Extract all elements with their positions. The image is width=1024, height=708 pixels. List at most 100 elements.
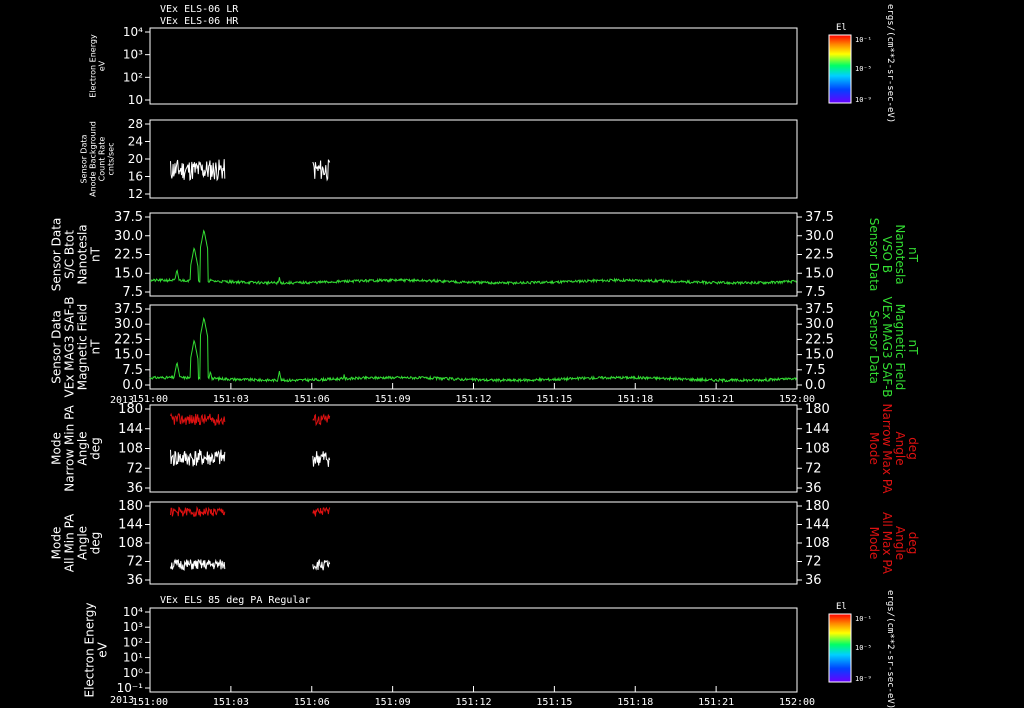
colorbar-bottom-tick-0: 10⁻¹ — [855, 615, 872, 623]
xaxis-mid-tick-label-5: 151:15 — [536, 394, 572, 405]
series-4-segment-1 — [312, 451, 331, 467]
panel-2-rtick-label-4: 7.5 — [805, 285, 826, 300]
panel-1-ytick-label-2: 20 — [128, 152, 143, 166]
colorbar-top-unit: ergs/(cm**2-sr-sec-eV) — [885, 4, 895, 123]
panel-6-ytick-label-2: 10² — [123, 635, 143, 649]
panel-5-rtick-label-1: 144 — [805, 518, 830, 533]
panel-5-ylabel-line-2: Angle — [76, 526, 90, 560]
colorbar-bottom-unit: ergs/(cm**2-sr-sec-eV) — [885, 590, 895, 708]
panel-4-rtick-label-1: 144 — [805, 422, 830, 437]
xaxis-mid-tick-label-7: 151:21 — [698, 394, 734, 405]
panel-2-rylabel-line-2: Nanotesla — [893, 224, 907, 284]
xaxis-mid-tick-label-6: 151:18 — [617, 394, 653, 405]
panel-1-ylabel-line-0: Sensor Data — [80, 134, 89, 183]
panel-3-frame — [149, 304, 798, 390]
panel-5-rtick-label-3: 72 — [805, 555, 822, 570]
series-1-segment-1 — [312, 159, 331, 182]
panel-5-ytick-label-1: 144 — [118, 518, 143, 533]
panel-3: 37.530.022.515.07.50.037.530.022.515.07.… — [50, 297, 921, 398]
bottom-header: VEx ELS 85 deg PA Regular — [160, 595, 311, 606]
xaxis-bottom-tick-label-6: 151:18 — [617, 697, 653, 708]
xaxis-bottom-tick-label-0: 151:00 — [132, 697, 168, 708]
panel-5-ytick-label-0: 180 — [118, 499, 143, 514]
panel-4-rylabel-line-2: Angle — [893, 431, 907, 465]
panel-2-ylabel-line-0: Sensor Data — [50, 218, 64, 292]
series-5-max — [170, 505, 331, 517]
panel-3-rylabel-line-3: nT — [906, 340, 920, 356]
series-1-segment-0 — [170, 159, 226, 182]
panel-6-ytick-label-5: 10⁻¹ — [117, 681, 144, 695]
panel-2-rtick-label-0: 37.5 — [805, 210, 834, 225]
series-2-main — [150, 229, 797, 286]
top-header-line1: VEx ELS-06 LR — [160, 4, 239, 15]
panel-4-rtick-label-3: 72 — [805, 461, 822, 476]
colorbar-bottom-tick-2: 10⁻⁹ — [855, 675, 872, 683]
panel-2-rtick-label-1: 30.0 — [805, 229, 834, 244]
panel-3-ylabel-line-1: VEx MAG3 SAF-B — [63, 297, 77, 398]
panel-0-ytick-label-2: 10² — [123, 70, 143, 84]
xaxis-mid-tick-label-4: 151:12 — [455, 394, 491, 405]
panel-0-ytick-label-3: 10 — [128, 93, 143, 107]
panel-1-ylabel-line-2: Count Rate — [98, 137, 107, 182]
panel-1: 28 24 20 16 12 Sensor Data Anode Background Cou… — [80, 117, 798, 201]
series-4-min — [170, 449, 331, 467]
panel-0: 10⁴ 10³ 10² 10 Electron Energy eV — [89, 25, 798, 107]
panel-2-rtick-label-2: 22.5 — [805, 248, 834, 263]
panel-0-ylabel-line-1: eV — [98, 60, 107, 71]
panel-3-ylabel-line-2: Magnetic Field — [76, 304, 90, 390]
colorbar-bottom-title: El — [836, 602, 847, 612]
series-4-segment-0 — [170, 412, 226, 426]
panel-4-ytick-label-4: 36 — [126, 481, 143, 496]
panel-1-ytick-label-1: 24 — [128, 135, 143, 149]
panel-3-ytick-label-0: 37.5 — [114, 302, 143, 317]
panel-5: 18014410872361801441087236Mode All Min PA… — [50, 499, 921, 588]
panel-6-frame — [149, 607, 798, 693]
series-5-segment-0 — [170, 558, 226, 571]
series-5-segment-1 — [312, 506, 331, 517]
panel-5-frame — [149, 501, 798, 585]
panel-5-ylabel-line-0: Mode — [50, 527, 64, 560]
panel-5-ylabel-line-3: deg — [89, 532, 103, 555]
panel-3-ytick-label-2: 22.5 — [114, 332, 143, 347]
spectrogram-figure: VEx ELS-06 LR VEx ELS-06 HR VEx ELS 85 d… — [50, 4, 921, 708]
panel-2-ytick-label-0: 37.5 — [114, 210, 143, 225]
xaxis-bottom-tick-label-3: 151:09 — [375, 697, 411, 708]
panel-3-ylabel-line-0: Sensor Data — [50, 310, 64, 384]
panel-3-ytick-label-1: 30.0 — [114, 317, 143, 332]
panel-4-rylabel-line-1: Narrow Max PA — [880, 404, 894, 495]
colorbar-bottom: El 10⁻¹ 10⁻⁵ 10⁻⁹ ergs/(cm**2-sr-sec-eV) — [828, 590, 895, 708]
panel-2-ylabel-line-2: Nanotesla — [76, 224, 90, 284]
panel-3-rylabel-line-1: VEx MAG3 SAF-B — [880, 297, 894, 398]
panel-0-ytick-label-0: 10⁴ — [123, 25, 143, 39]
series-3-segment-0 — [149, 316, 797, 384]
colorbar-top-tick-0: 10⁻¹ — [855, 36, 872, 44]
panel-3-rtick-label-4: 7.5 — [805, 363, 826, 378]
panel-2-rylabel-line-0: Sensor Data — [867, 218, 881, 292]
series-5-segment-1 — [312, 558, 331, 571]
panel-2-ytick-label-1: 30.0 — [114, 229, 143, 244]
colorbar-top-title: El — [836, 23, 847, 33]
xaxis-mid-tick-label-8: 152:00 — [779, 394, 815, 405]
xaxis-bottom-tick-label-2: 151:06 — [294, 697, 330, 708]
series-1-main — [170, 159, 331, 182]
panel-4-ylabel-line-3: deg — [89, 437, 103, 460]
panel-3-rtick-label-2: 22.5 — [805, 332, 834, 347]
panel-6-ytick-label-3: 10¹ — [123, 651, 143, 665]
panel-2-ytick-label-2: 22.5 — [114, 248, 143, 263]
panel-3-ytick-label-4: 7.5 — [122, 363, 143, 378]
panel-4-frame — [149, 404, 798, 493]
x-axis-bottom: 151:00 151:03 151:06 151:09 151:12 151:15 151:… — [132, 686, 815, 708]
panel-6-ytick-label-4: 10⁰ — [123, 666, 143, 680]
x-axis-year-mid: 2013 — [110, 395, 134, 406]
xaxis-mid-tick-label-3: 151:09 — [375, 394, 411, 405]
xaxis-bottom-tick-label-5: 151:15 — [536, 697, 572, 708]
series-4-max — [170, 412, 331, 427]
panel-6-ylabel-line-0: Electron Energy — [83, 602, 97, 697]
series-4-segment-1 — [312, 413, 331, 427]
panel-4-rylabel-line-3: deg — [906, 437, 920, 460]
panel-5-rylabel-line-2: Angle — [893, 526, 907, 560]
top-header-line2: VEx ELS-06 HR — [160, 16, 239, 27]
x-axis-mid: 151:00 151:03 151:06 151:09 151:12 151:15 151:… — [132, 383, 815, 405]
panel-2-rylabel-line-1: VSO B — [880, 236, 894, 273]
panel-4-ytick-label-2: 108 — [118, 442, 143, 457]
